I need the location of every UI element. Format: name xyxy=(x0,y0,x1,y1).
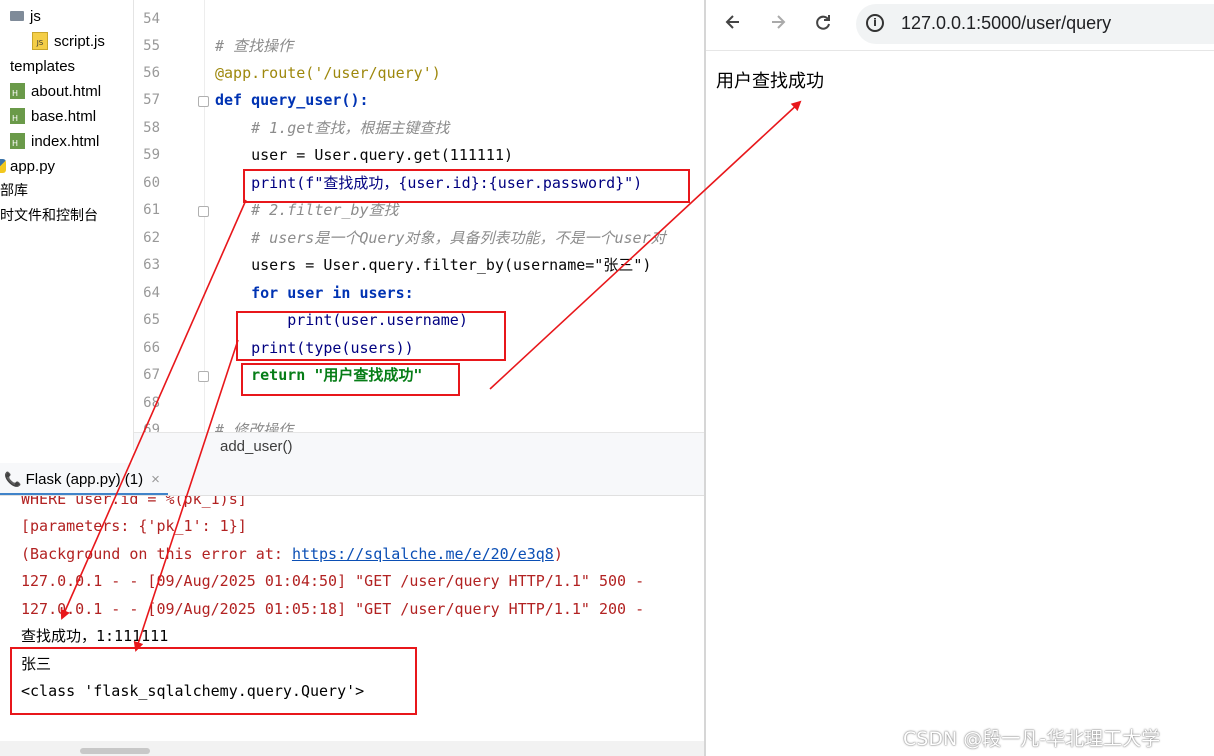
line-number: 66 xyxy=(143,340,160,356)
tree-item-index-html[interactable]: Hindex.html xyxy=(10,129,99,154)
page-response-text: 用户查找成功 xyxy=(716,71,824,92)
line-number: 64 xyxy=(143,285,160,301)
close-icon[interactable]: × xyxy=(151,471,160,488)
code-line-57: def query_user(): xyxy=(215,87,369,114)
console-text: (Background on this error at: xyxy=(21,545,292,563)
reload-button[interactable] xyxy=(808,10,838,40)
html-file-icon: H xyxy=(10,132,25,149)
breadcrumb[interactable]: add_user() xyxy=(134,432,704,463)
arrow-left-icon xyxy=(725,15,739,29)
console-line: 查找成功，1:111111 xyxy=(21,627,169,645)
run-toolbar: 📞 Flask (app.py) (1) × xyxy=(0,463,704,496)
error-doc-link[interactable]: https://sqlalche.me/e/20/e3q8 xyxy=(292,545,554,563)
python-file-icon xyxy=(0,158,6,173)
line-number: 65 xyxy=(143,312,160,328)
line-number: 59 xyxy=(143,147,160,163)
breadcrumb-function[interactable]: add_user() xyxy=(220,438,293,455)
highlight-box-return xyxy=(241,363,460,396)
arrow-right-icon xyxy=(772,15,786,29)
console-horizontal-scrollbar[interactable] xyxy=(0,741,704,756)
console-line: [parameters: {'pk_1': 1}] xyxy=(21,517,247,535)
folder-icon xyxy=(10,10,24,21)
code-decorator: @app.route('/user/query') xyxy=(215,64,441,82)
line-number: 67 xyxy=(143,367,160,383)
forward-button[interactable] xyxy=(763,10,793,40)
run-tab-flask[interactable]: 📞 Flask (app.py) (1) × xyxy=(0,463,168,495)
highlight-box-print-users xyxy=(236,311,506,361)
line-number: 54 xyxy=(143,11,160,27)
line-number: 68 xyxy=(143,395,160,411)
html-file-icon: H xyxy=(10,82,25,99)
code-line-64: for user in users: xyxy=(215,284,414,302)
line-number: 60 xyxy=(143,175,160,191)
line-number: 62 xyxy=(143,230,160,246)
tree-item-external-libraries[interactable]: 部库 xyxy=(0,178,28,203)
project-tree: ▾ js JSscript.js templates Habout.html H… xyxy=(0,0,134,450)
tree-item-base-html[interactable]: Hbase.html xyxy=(10,104,96,129)
code-comment: # 查找操作 xyxy=(215,37,294,55)
url-text[interactable]: 127.0.0.1:5000/user/query xyxy=(901,13,1111,34)
code-line-59: user = User.query.get(111111) xyxy=(215,146,514,164)
code-line-56: @app.route('/user/query') xyxy=(215,60,441,87)
run-config-icon: 📞 xyxy=(4,471,22,487)
console-line: 127.0.0.1 - - [09/Aug/2025 01:05:18] "GE… xyxy=(21,600,645,618)
tree-item-js[interactable]: js xyxy=(10,4,41,29)
highlight-box-console-output xyxy=(10,647,417,715)
code-line-58: # 1.get查找，根据主键查找 xyxy=(215,119,450,137)
tree-item-scratches[interactable]: 时文件和控制台 xyxy=(0,203,98,228)
console-line: WHERE user.id = %(pk_1)s] xyxy=(21,496,247,508)
info-icon[interactable]: i xyxy=(866,14,884,32)
scrollbar-thumb[interactable] xyxy=(80,748,150,754)
html-file-icon: H xyxy=(10,107,25,124)
line-number: 63 xyxy=(143,257,160,273)
line-number: 56 xyxy=(143,65,160,81)
tree-item-script-js[interactable]: JS script.js xyxy=(32,29,105,54)
address-bar[interactable]: i 127.0.0.1:5000/user/query xyxy=(856,4,1214,44)
js-file-icon: JS xyxy=(32,31,48,50)
csdn-watermark: CSDN @段一凡-华北理工大学 xyxy=(903,728,1161,750)
tree-item-app-py[interactable]: app.py xyxy=(0,154,55,179)
line-number: 58 xyxy=(143,120,160,136)
code-line-63: users = User.query.filter_by(username="张… xyxy=(215,256,652,274)
code-def-line: def query_user(): xyxy=(215,91,369,109)
browser-window: i 127.0.0.1:5000/user/query 用户查找成功 CSDN … xyxy=(704,0,1214,756)
console-line: 127.0.0.1 - - [09/Aug/2025 01:04:50] "GE… xyxy=(21,572,645,590)
console-line-error-link: (Background on this error at: https://sq… xyxy=(21,545,563,563)
highlight-box-print-line xyxy=(243,169,690,203)
tree-item-about-html[interactable]: Habout.html xyxy=(10,79,101,104)
line-number: 55 xyxy=(143,38,160,54)
code-line-62: # users是一个Query对象，具备列表功能，不是一个user对 xyxy=(215,229,666,247)
back-button[interactable] xyxy=(718,10,748,40)
reload-icon xyxy=(816,15,830,30)
code-line-55: # 查找操作 xyxy=(215,33,293,60)
code-line-69: # 修改操作 xyxy=(215,421,294,432)
line-number: 61 xyxy=(143,202,160,218)
tree-item-templates[interactable]: templates xyxy=(10,54,75,79)
browser-toolbar: i 127.0.0.1:5000/user/query xyxy=(706,0,1214,51)
line-number: 57 xyxy=(143,92,160,108)
